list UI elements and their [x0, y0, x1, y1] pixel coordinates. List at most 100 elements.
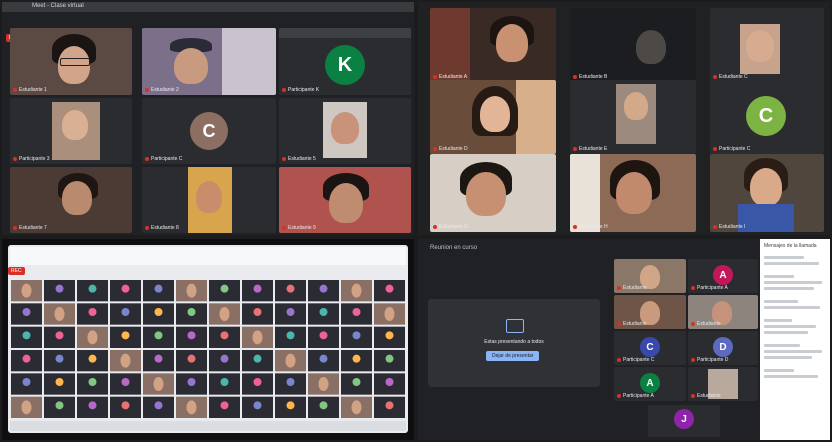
video-tile[interactable]: A Participante A	[614, 367, 686, 401]
avatar-letter: D	[719, 341, 727, 353]
video-tile[interactable]: C Participante C	[142, 98, 276, 164]
participant-face	[351, 400, 362, 415]
participant-avatar-dot	[385, 378, 394, 386]
participant-name: Estudiante 1	[13, 87, 47, 93]
video-tile[interactable]: Estudiante A	[430, 8, 556, 82]
video-tile[interactable]: Estudiante H	[570, 154, 696, 232]
participant-avatar-dot	[319, 354, 328, 363]
participant-avatar-dot	[220, 284, 229, 293]
participant-face	[384, 307, 395, 321]
participant-grid	[11, 280, 405, 418]
participant-name: Participante A	[691, 285, 728, 291]
video-tile[interactable]: Estudiante 2	[142, 28, 276, 95]
avatar: J	[674, 409, 694, 429]
participant-avatar-dot	[121, 284, 130, 293]
meet-window-top-right: Estudiante A Estudiante B Estudiante C E…	[418, 2, 830, 235]
video-tile[interactable]: Estudiante G	[430, 154, 556, 232]
avatar-letter: C	[758, 104, 774, 127]
avatar: C	[190, 112, 228, 150]
video-tile[interactable]: C Participante C	[710, 80, 824, 154]
participant-avatar-dot	[22, 378, 31, 386]
participant-name: Estudiante	[617, 321, 647, 327]
participant-avatar-dot	[22, 331, 31, 340]
participant-name: Estudiante	[617, 285, 647, 291]
video-tile[interactable]: A Participante A	[688, 259, 758, 293]
participant-avatar-dot	[286, 331, 295, 340]
participant-name: Estudiante 7	[13, 225, 47, 231]
participant-name: Participante C	[713, 146, 750, 152]
participant-avatar-dot	[154, 308, 163, 316]
video-tile[interactable]: Estudiante	[614, 259, 686, 293]
participant-name: Participante A	[617, 393, 654, 399]
recording-badge: REC	[8, 267, 25, 275]
video-tile[interactable]: J	[648, 405, 720, 437]
participant-avatar-dot	[253, 378, 262, 386]
participant-avatar-dot	[154, 284, 163, 293]
video-tile[interactable]: Estudiante 7	[10, 167, 132, 233]
participant-avatar-dot	[286, 401, 295, 410]
avatar: C	[640, 337, 660, 357]
participant-avatar-dot	[187, 378, 196, 386]
participant-avatar-dot	[352, 331, 361, 340]
avatar-letter: C	[202, 120, 216, 141]
browser-tab-title[interactable]: Meet - Clase virtual	[32, 3, 84, 9]
participant-avatar-dot	[88, 284, 97, 293]
video-tile[interactable]: Estudiante	[614, 295, 686, 329]
participant-avatar-dot	[286, 284, 295, 293]
participant-avatar-dot	[220, 378, 229, 386]
video-tile[interactable]: Estudiante D	[430, 80, 556, 154]
video-tile[interactable]: Estudiante E	[570, 80, 696, 154]
video-tile[interactable]: Estudiante C	[710, 8, 824, 82]
presenting-message: Estas presentando a todos	[484, 339, 544, 345]
participant-name: Estudiante I	[713, 224, 745, 230]
video-tile[interactable]: Estudiante	[688, 295, 758, 329]
participant-face	[120, 353, 131, 368]
meet-window-top-left: Meet - Clase virtual REC Estudiante 1 Es…	[2, 2, 414, 235]
video-tile[interactable]: Estudiante	[688, 367, 758, 401]
participant-name: Estudiante E	[573, 146, 607, 152]
participant-avatar-dot	[121, 401, 130, 410]
participant-face	[21, 283, 32, 298]
participant-avatar-dot	[253, 401, 262, 410]
video-tile[interactable]: Participante 3	[10, 98, 132, 164]
video-tile[interactable]: D Participante D	[688, 331, 758, 365]
stop-presenting-button[interactable]: Dejar de presentar	[486, 351, 540, 361]
participant-name: Estudiante 9	[282, 225, 316, 231]
avatar: K	[325, 45, 365, 85]
participant-avatar-dot	[220, 354, 229, 363]
meet-window-bottom-left: REC	[2, 239, 414, 440]
video-tile[interactable]: Estudiante I	[710, 154, 824, 232]
video-tile[interactable]: Estudiante 9	[279, 167, 411, 233]
participant-name: Estudiante D	[433, 146, 468, 152]
video-tile[interactable]: C Participante C	[614, 331, 686, 365]
avatar: A	[713, 265, 733, 285]
participant-face	[54, 307, 65, 321]
video-tile[interactable]: Estudiante 5	[279, 98, 411, 164]
participant-avatar-dot	[55, 354, 64, 363]
browser-tab-bar[interactable]: Meet - Clase virtual	[2, 2, 414, 12]
participant-avatar-dot	[286, 378, 295, 386]
participant-name: Participante C	[145, 156, 182, 162]
participant-avatar-dot	[88, 401, 97, 410]
video-tile[interactable]: Estudiante B	[570, 8, 696, 82]
participant-avatar-dot	[385, 331, 394, 340]
participant-avatar-dot	[55, 401, 64, 410]
video-tile[interactable]: Estudiante 8	[142, 167, 276, 233]
participant-avatar-dot	[253, 284, 262, 293]
participant-avatar-dot	[286, 308, 295, 316]
participant-face	[318, 377, 329, 391]
participant-avatar-dot	[253, 354, 262, 363]
participant-avatar-dot	[154, 354, 163, 363]
participant-avatar-dot	[220, 401, 229, 410]
presentation-panel: Estas presentando a todos Dejar de prese…	[428, 299, 600, 387]
participant-avatar-dot	[22, 308, 31, 316]
meeting-title: Reunion en curso	[430, 245, 478, 251]
video-tile[interactable]: K Participante K	[279, 28, 411, 95]
participant-avatar-dot	[22, 354, 31, 363]
participant-face	[153, 377, 164, 391]
video-tile[interactable]: Estudiante 1	[10, 28, 132, 95]
participant-avatar-dot	[88, 308, 97, 316]
participant-face	[186, 283, 197, 298]
participant-avatar-dot	[385, 401, 394, 410]
participant-face	[87, 330, 98, 345]
